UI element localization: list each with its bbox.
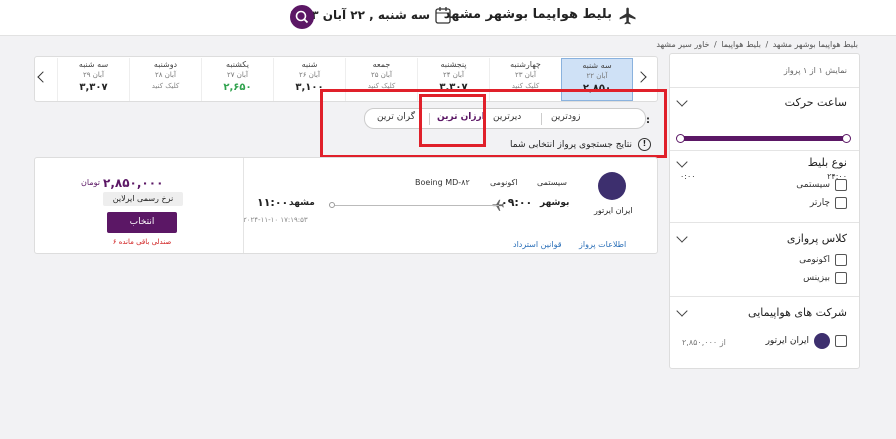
date-option[interactable]: یکشنبه ۲۷ آبان ۲,۶۵۰ [201,58,273,101]
page-title: بلیط هواپیما بوشهر مشهد [443,7,612,22]
option-label: ایران ایرتور [765,336,809,346]
chevron-down-icon[interactable] [676,231,688,243]
checkbox[interactable] [835,254,847,266]
date-day: پنجشنبه [440,60,467,69]
header: بلیط هواپیما بوشهر مشهد سه شنبه , ۲۲ آبا… [0,0,896,36]
filter-option[interactable]: چارتر [810,197,847,209]
seats-left: ۶ صندلی باقی مانده [112,238,172,246]
date-day: یکشنبه [226,60,249,69]
timestamp: ۲۰۲۴-۱۱-۱۰ ۱۷:۱۹:۵۳ [243,216,308,224]
divider [670,87,859,88]
airline-min-price: از ۲,۸۵۰,۰۰۰ [682,338,726,347]
date-day: سه شنبه [78,60,109,69]
filter-sidebar: نمایش ۱ از ۱ پرواز ساعت حرکت ۰:۰۰ ۲۴:۰۰ … [669,53,860,369]
breadcrumb: بلیط هواپیما بوشهر مشهد / بلیط هواپیما /… [656,40,858,49]
destination-city: مشهد [289,198,315,208]
filter-option[interactable]: ایران ایرتور [766,333,847,349]
currency: تومان [81,178,100,187]
option-label: سیستمی [796,180,830,190]
refund-rules-link[interactable]: قوانین استرداد [513,240,562,249]
divider [670,222,859,223]
filter-title-ticket-type[interactable]: نوع بلیط [808,156,847,169]
date-label: ۲۶ آبان [299,71,320,79]
highlight-box [320,89,667,158]
highlight-box [419,94,486,147]
range-min-label: ۰:۰۰ [680,172,696,181]
departure-time: ۰۹:۰۰ [501,196,533,209]
date-label: ۲۵ آبان [371,71,392,79]
option-label: چارتر [809,198,830,208]
breadcrumb-item[interactable]: بلیط هواپیما [721,40,761,49]
chevron-down-icon[interactable] [676,95,688,107]
airline-logo-icon [814,333,830,349]
date-day: جمعه [372,60,391,69]
date-price: کلیک کنید [151,82,180,90]
airline-logo-icon [598,172,626,200]
filter-title-cabin[interactable]: کلاس پروازی [787,232,847,245]
route-line [335,205,499,206]
origin-city: بوشهر [540,198,570,208]
divider [670,296,859,297]
calendar-icon [435,7,451,24]
date-option[interactable]: دوشنبه ۲۸ آبان کلیک کنید [129,58,201,101]
option-label: بیزینس [803,273,830,283]
flight-card: ایران ایرتور سیستمی اکونومی Boeing MD-۸۲… [34,157,658,254]
filter-option[interactable]: سیستمی [796,179,847,191]
date-day: دوشنبه [153,60,178,69]
range-handle-max[interactable] [842,134,851,143]
date-day: سه شنبه [582,61,612,70]
filter-option[interactable]: بیزینس [803,272,847,284]
date-option[interactable]: سه شنبه ۲۹ آبان ۳,۳۰۷ [57,58,129,101]
filter-title-airlines[interactable]: شرکت های هواپیمایی [748,306,847,319]
date-label: ۲۷ آبان [227,71,248,79]
date-label: ۲۳ آبان [515,71,536,79]
date-label: ۲۸ آبان [155,71,176,79]
breadcrumb-item[interactable]: بلیط هواپیما بوشهر مشهد [773,40,858,49]
option-label: اکونومی [799,255,830,265]
airplane-icon [619,7,636,25]
flight-info-link[interactable]: اطلاعات پرواز [579,240,626,249]
filter-option[interactable]: اکونومی [799,254,847,266]
date-label: ۲۲ آبان [586,72,608,80]
date-price: ۲,۶۵۰ [223,82,252,93]
search-icon [295,10,309,24]
flight-cabin: اکونومی [490,178,518,187]
checkbox[interactable] [835,335,847,347]
checkbox[interactable] [835,179,847,191]
route-dot [329,202,335,208]
result-count: نمایش ۱ از ۱ پرواز [783,66,847,75]
search-button[interactable] [290,5,314,29]
price: ۲,۸۵۰,۰۰۰ [103,176,164,190]
checkbox[interactable] [835,197,847,209]
aircraft-model: Boeing MD-۸۲ [415,178,470,187]
flight-type: سیستمی [537,178,567,187]
chevron-down-icon[interactable] [676,305,688,317]
date-label: ۲۴ آبان [443,71,464,79]
arrival-time: ۱۱:۰۰ [257,196,289,209]
range-handle-min[interactable] [676,134,685,143]
chevron-down-icon[interactable] [676,156,688,168]
chevron-right-icon[interactable] [635,71,647,83]
date-label: ۲۹ آبان [83,71,104,79]
checkbox[interactable] [835,272,847,284]
fare-badge: نرخ رسمی ایرلاین [103,192,183,206]
date-price: ۳,۳۰۷ [79,82,108,93]
filter-title-departure[interactable]: ساعت حرکت [785,96,847,109]
airline-name: ایران ایرتور [594,206,633,215]
chevron-left-icon[interactable] [37,71,49,83]
divider [243,158,244,253]
date-day: چهارشنبه [510,60,541,69]
divider [670,150,859,151]
time-range-track[interactable] [678,136,849,141]
date-day: شنبه [301,60,318,69]
breadcrumb-item[interactable]: خاور سیر مشهد [656,40,709,49]
select-button[interactable]: انتخاب [107,212,177,233]
